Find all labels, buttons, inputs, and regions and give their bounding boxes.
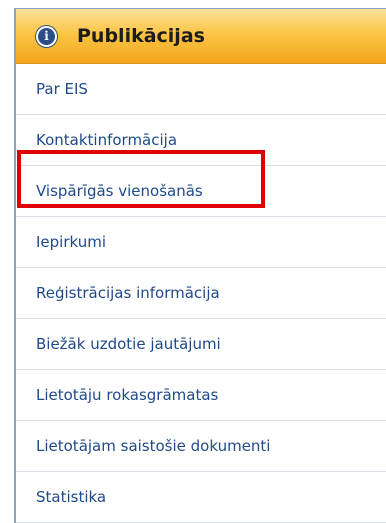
menu-link-visparigas-vienosanas[interactable]: Vispārīgās vienošanās bbox=[36, 182, 203, 200]
menu-item-statistika[interactable]: Statistika bbox=[16, 472, 386, 523]
menu-item-par-eis[interactable]: Par EIS bbox=[16, 64, 386, 115]
menu-link-kontaktinformacija[interactable]: Kontaktinformācija bbox=[36, 131, 177, 149]
panel-title: Publikācijas bbox=[77, 25, 205, 47]
menu-link-biezak-uzdotie-jautajumi[interactable]: Biežāk uzdotie jautājumi bbox=[36, 335, 221, 353]
panel-header: i Publikācijas bbox=[16, 9, 386, 64]
menu-item-registracijas-informacija[interactable]: Reģistrācijas informācija bbox=[16, 268, 386, 319]
menu-item-biezak-uzdotie-jautajumi[interactable]: Biežāk uzdotie jautājumi bbox=[16, 319, 386, 370]
publications-menu: Par EIS Kontaktinformācija Vispārīgās vi… bbox=[16, 64, 386, 523]
menu-item-iepirkumi[interactable]: Iepirkumi bbox=[16, 217, 386, 268]
menu-item-visparigas-vienosanas[interactable]: Vispārīgās vienošanās bbox=[16, 166, 386, 217]
info-icon: i bbox=[36, 25, 57, 47]
menu-link-lietotaju-rokasgramatas[interactable]: Lietotāju rokasgrāmatas bbox=[36, 386, 218, 404]
publications-panel: i Publikācijas Par EIS Kontaktinformācij… bbox=[14, 8, 386, 523]
menu-link-lietotajam-saistosie-dokumenti[interactable]: Lietotājam saistošie dokumenti bbox=[36, 437, 270, 455]
menu-item-lietotajam-saistosie-dokumenti[interactable]: Lietotājam saistošie dokumenti bbox=[16, 421, 386, 472]
menu-link-statistika[interactable]: Statistika bbox=[36, 488, 106, 506]
menu-item-kontaktinformacija[interactable]: Kontaktinformācija bbox=[16, 115, 386, 166]
menu-item-lietotaju-rokasgramatas[interactable]: Lietotāju rokasgrāmatas bbox=[16, 370, 386, 421]
menu-link-par-eis[interactable]: Par EIS bbox=[36, 80, 88, 98]
menu-link-registracijas-informacija[interactable]: Reģistrācijas informācija bbox=[36, 284, 220, 302]
menu-link-iepirkumi[interactable]: Iepirkumi bbox=[36, 233, 106, 251]
